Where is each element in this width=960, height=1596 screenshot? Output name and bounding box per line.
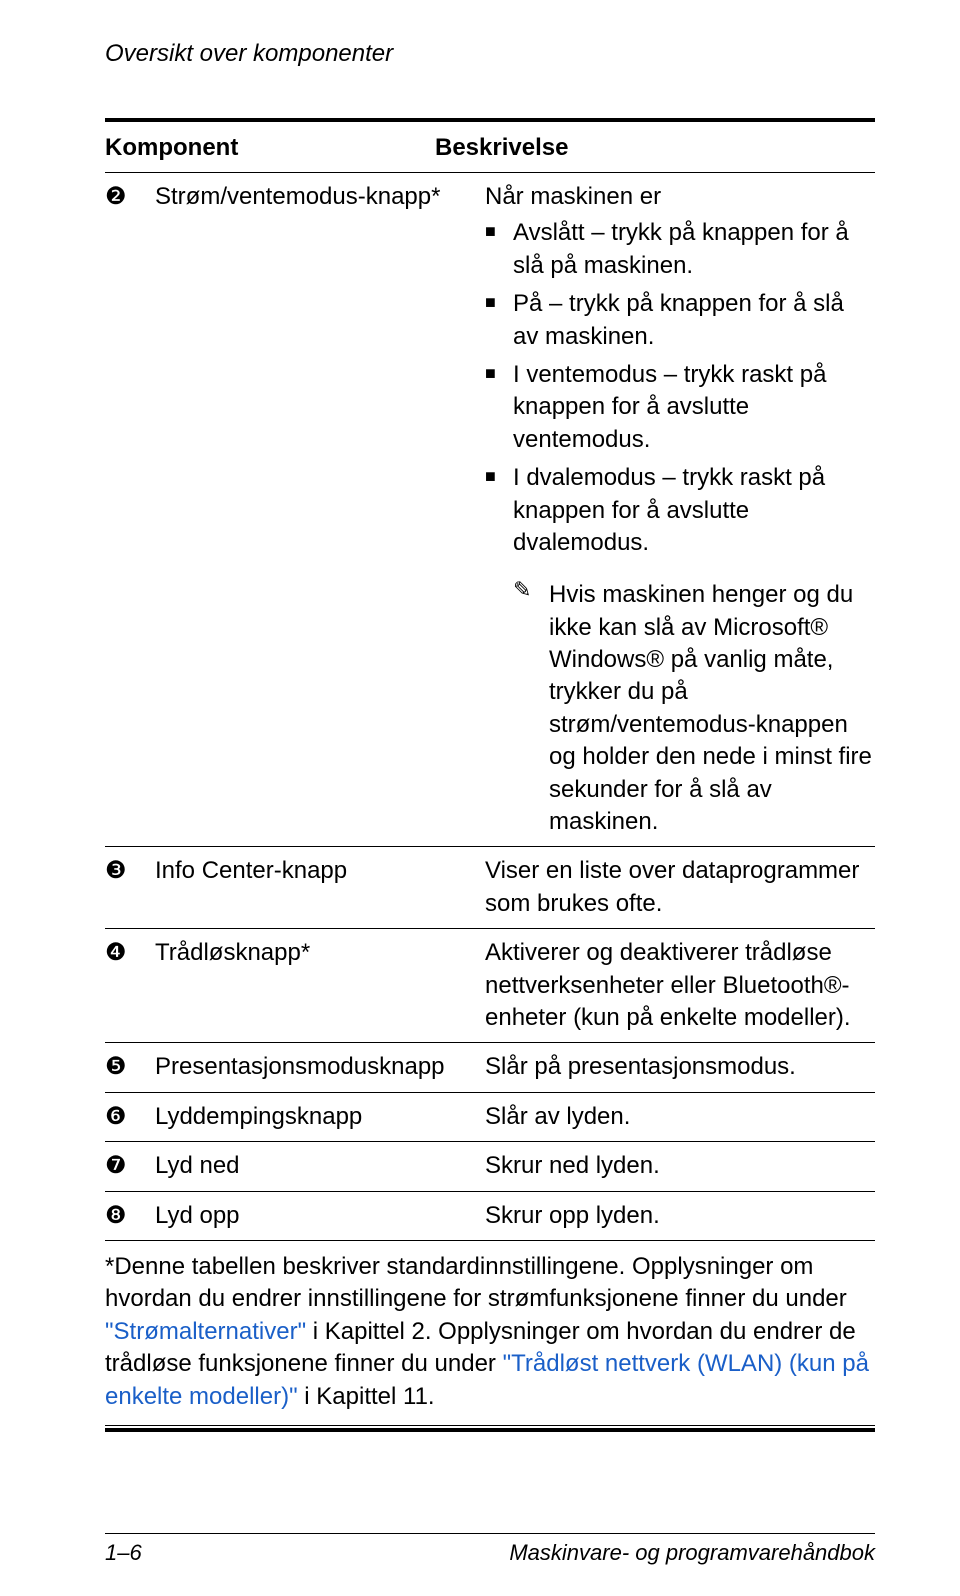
component-description: Slår på presentasjonsmodus. bbox=[485, 1051, 875, 1083]
desc-bullet: I dvalemodus – trykk raskt på knappen fo… bbox=[485, 462, 875, 559]
component-name: Presentasjonsmodusknapp bbox=[155, 1051, 485, 1083]
row-number-icon: ❺ bbox=[105, 1051, 127, 1083]
component-description: Slår av lyden. bbox=[485, 1101, 875, 1133]
header-description: Beskrivelse bbox=[435, 134, 875, 162]
table-row: ❸ Info Center-knapp Viser en liste over … bbox=[105, 846, 875, 928]
table-bottom-thick-rule bbox=[105, 1428, 875, 1432]
table-bottom-thin-rule bbox=[105, 1425, 875, 1426]
pencil-icon: ✎ bbox=[513, 579, 549, 838]
component-name: Info Center-knapp bbox=[155, 855, 485, 920]
component-name: Strøm/ventemodus-knapp* bbox=[155, 181, 485, 838]
page-footer: 1–6 Maskinvare- og programvarehåndbok bbox=[105, 1533, 875, 1566]
header-component: Komponent bbox=[105, 134, 435, 162]
table-row: ❽ Lyd opp Skrur opp lyden. bbox=[105, 1191, 875, 1240]
table-row: ❹ Trådløsknapp* Aktiverer og deaktiverer… bbox=[105, 928, 875, 1042]
component-description: Når maskinen er Avslått – trykk på knapp… bbox=[485, 181, 875, 838]
desc-intro: Når maskinen er bbox=[485, 181, 875, 213]
component-description: Skrur ned lyden. bbox=[485, 1150, 875, 1182]
desc-bullet-list: Avslått – trykk på knappen for å slå på … bbox=[485, 217, 875, 559]
desc-bullet: På – trykk på knappen for å slå av maski… bbox=[485, 288, 875, 353]
component-description: Skrur opp lyden. bbox=[485, 1200, 875, 1232]
table-row: ❷ Strøm/ventemodus-knapp* Når maskinen e… bbox=[105, 172, 875, 846]
component-name: Trådløsknapp* bbox=[155, 937, 485, 1034]
row-number-icon: ❽ bbox=[105, 1200, 127, 1232]
table-top-thick-rule bbox=[105, 118, 875, 122]
component-name: Lyd ned bbox=[155, 1150, 485, 1182]
row-number-icon: ❸ bbox=[105, 855, 127, 887]
table-row: ❼ Lyd ned Skrur ned lyden. bbox=[105, 1141, 875, 1190]
component-table: Komponent Beskrivelse ❷ Strøm/ventemodus… bbox=[105, 124, 875, 1425]
footnote-link[interactable]: "Strømalternativer" bbox=[105, 1318, 306, 1345]
note-block: ✎ Hvis maskinen henger og du ikke kan sl… bbox=[485, 579, 875, 838]
row-number-icon: ❻ bbox=[105, 1101, 127, 1133]
component-description: Viser en liste over dataprogrammer som b… bbox=[485, 855, 875, 920]
table-footnote: *Denne tabellen beskriver standardinnsti… bbox=[105, 1240, 875, 1425]
component-name: Lyd opp bbox=[155, 1200, 485, 1232]
table-header-row: Komponent Beskrivelse bbox=[105, 124, 875, 172]
component-name: Lyddempingsknapp bbox=[155, 1101, 485, 1133]
book-title: Maskinvare- og programvarehåndbok bbox=[509, 1540, 875, 1566]
table-row: ❺ Presentasjonsmodusknapp Slår på presen… bbox=[105, 1042, 875, 1091]
table-row: ❻ Lyddempingsknapp Slår av lyden. bbox=[105, 1092, 875, 1141]
desc-bullet: Avslått – trykk på knappen for å slå på … bbox=[485, 217, 875, 282]
row-number-icon: ❼ bbox=[105, 1150, 127, 1182]
row-number-icon: ❹ bbox=[105, 937, 127, 969]
footnote-text: i Kapittel 11. bbox=[298, 1383, 435, 1410]
row-number-icon: ❷ bbox=[105, 181, 127, 213]
page-number: 1–6 bbox=[105, 1540, 142, 1566]
running-head: Oversikt over komponenter bbox=[105, 40, 875, 68]
desc-bullet: I ventemodus – trykk raskt på knappen fo… bbox=[485, 359, 875, 456]
footnote-text: *Denne tabellen beskriver standardinnsti… bbox=[105, 1253, 847, 1312]
page: Oversikt over komponenter Komponent Besk… bbox=[0, 0, 960, 1596]
note-text: Hvis maskinen henger og du ikke kan slå … bbox=[549, 579, 875, 838]
component-description: Aktiverer og deaktiverer trådløse nettve… bbox=[485, 937, 875, 1034]
